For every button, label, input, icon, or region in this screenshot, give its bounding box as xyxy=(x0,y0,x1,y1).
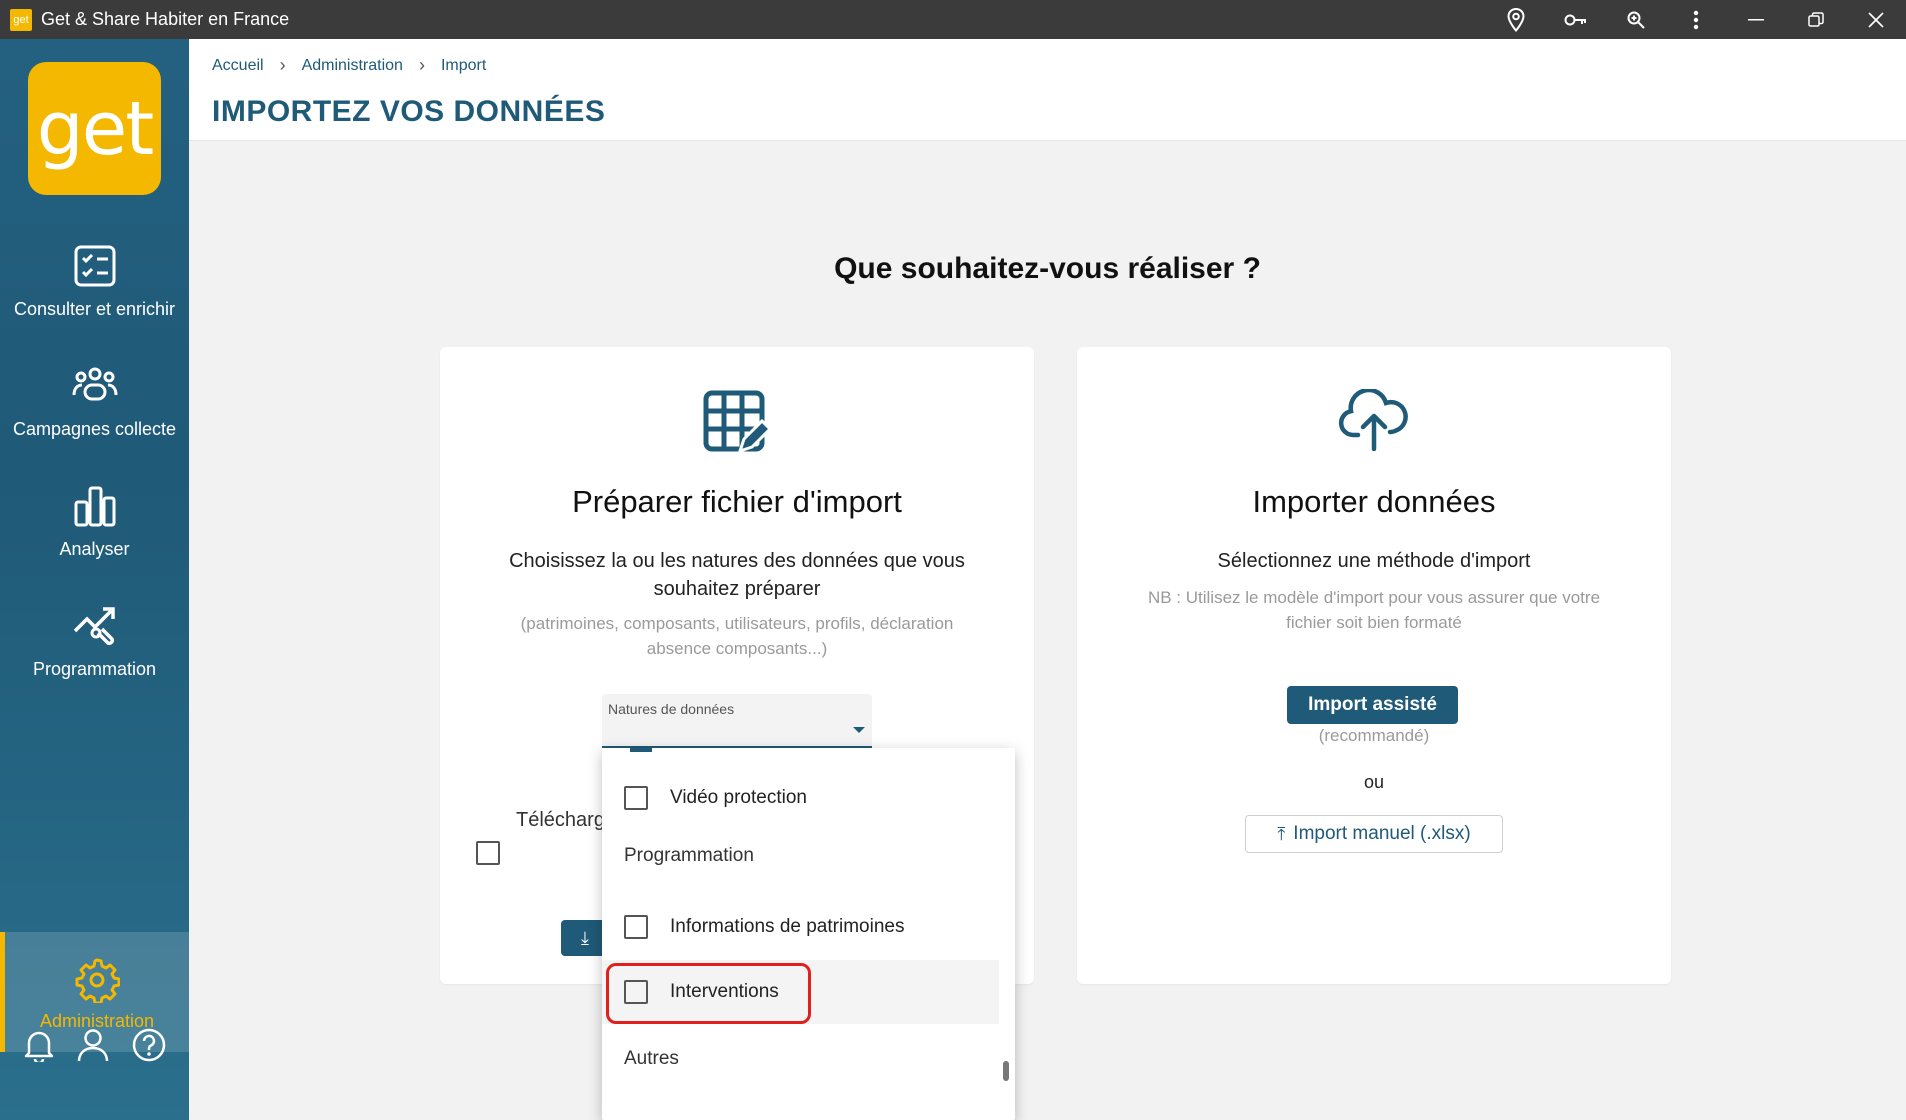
card-note: NB : Utilisez le modèle d'import pour vo… xyxy=(1147,588,1601,632)
natures-dropdown-panel: Vidéo protection Programmation Informati… xyxy=(602,748,1015,1120)
card-note: (patrimoines, composants, utilisateurs, … xyxy=(520,614,954,658)
highlight-annotation xyxy=(606,963,811,1024)
card-title: Importer données xyxy=(1252,484,1496,519)
users-group-icon xyxy=(0,361,189,411)
download-icon: ⤓ xyxy=(581,927,589,948)
sidebar-item-label: Analyser xyxy=(59,539,130,559)
chevron-right-icon: › xyxy=(418,55,425,75)
dropdown-scrollbar[interactable] xyxy=(1003,1061,1009,1081)
option-checkbox[interactable] xyxy=(624,915,648,939)
card-description: Sélectionnez une méthode d'import xyxy=(1217,550,1531,572)
question-heading: Que souhaitez-vous réaliser ? xyxy=(834,252,1261,285)
import-manuel-label: Import manuel (.xlsx) xyxy=(1293,823,1471,844)
option-video-protection[interactable]: Vidéo protection xyxy=(602,766,999,830)
checklist-icon xyxy=(0,241,189,291)
gear-icon xyxy=(5,955,189,1005)
card-title: Préparer fichier d'import xyxy=(572,484,902,519)
natures-select[interactable]: Natures de données xyxy=(602,694,872,748)
zoom-icon[interactable] xyxy=(1606,0,1666,39)
option-partial[interactable] xyxy=(602,1088,999,1120)
page-title: IMPORTEZ VOS DONNÉES xyxy=(212,95,606,128)
download-checkbox[interactable] xyxy=(476,841,500,865)
breadcrumb-import: Import xyxy=(440,56,487,74)
dropdown-scroll-edge xyxy=(630,748,652,752)
user-profile-icon[interactable] xyxy=(77,1028,109,1067)
minimize-icon[interactable] xyxy=(1726,0,1786,39)
card-description: Choisissez la ou les natures des données… xyxy=(509,550,965,600)
option-label: Informations de patrimoines xyxy=(670,916,905,937)
breadcrumb-accueil[interactable]: Accueil xyxy=(212,57,264,75)
sidebar: get Consulter et enrichir Campagnes coll… xyxy=(0,39,189,1120)
chevron-right-icon: › xyxy=(279,55,286,75)
option-label: Vidéo protection xyxy=(670,787,807,808)
sidebar-item-consulter[interactable]: Consulter et enrichir xyxy=(0,241,189,320)
key-icon[interactable] xyxy=(1546,0,1606,39)
app-logo[interactable]: get xyxy=(28,62,161,195)
page-header: Accueil › Administration › Import IMPORT… xyxy=(189,39,1906,141)
table-edit-icon xyxy=(440,389,1034,459)
restore-icon[interactable] xyxy=(1786,0,1846,39)
option-checkbox[interactable] xyxy=(624,786,648,810)
upload-icon: ⤒ xyxy=(1277,823,1286,844)
window-title: Get & Share Habiter en France xyxy=(41,9,290,29)
select-label: Natures de données xyxy=(608,701,735,717)
location-pin-icon[interactable] xyxy=(1486,0,1546,39)
recommended-label: (recommandé) xyxy=(1318,726,1430,745)
sidebar-item-analyser[interactable]: Analyser xyxy=(0,481,189,560)
caret-down-icon xyxy=(853,727,865,733)
import-assiste-button[interactable]: Import assisté xyxy=(1287,686,1458,724)
more-vertical-icon[interactable] xyxy=(1666,0,1726,39)
sidebar-item-programmation[interactable]: Programmation xyxy=(0,601,189,680)
cloud-upload-icon xyxy=(1077,389,1671,459)
sidebar-item-label: Campagnes collecte xyxy=(12,419,177,439)
breadcrumb: Accueil › Administration › Import xyxy=(212,55,486,76)
help-icon[interactable] xyxy=(132,1028,166,1067)
import-data-card: Importer données Sélectionnez une méthod… xyxy=(1077,347,1671,984)
tools-icon xyxy=(0,601,189,651)
sidebar-item-campagnes[interactable]: Campagnes collecte xyxy=(0,361,189,440)
bar-chart-icon xyxy=(0,481,189,531)
sidebar-item-label: Programmation xyxy=(32,659,157,679)
notification-bell-icon[interactable] xyxy=(23,1028,55,1067)
close-icon[interactable] xyxy=(1846,0,1906,39)
sidebar-item-label: Consulter et enrichir xyxy=(13,299,176,319)
title-bar: get Get & Share Habiter en France xyxy=(0,0,1906,39)
group-label-programmation: Programmation xyxy=(624,845,754,866)
group-label-autres: Autres xyxy=(624,1048,679,1069)
import-manuel-button[interactable]: ⤒ Import manuel (.xlsx) xyxy=(1245,815,1503,853)
app-icon: get xyxy=(10,8,32,31)
option-informations-patrimoines[interactable]: Informations de patrimoines xyxy=(602,895,999,959)
breadcrumb-administration[interactable]: Administration xyxy=(302,57,403,75)
or-separator: ou xyxy=(1363,772,1385,792)
